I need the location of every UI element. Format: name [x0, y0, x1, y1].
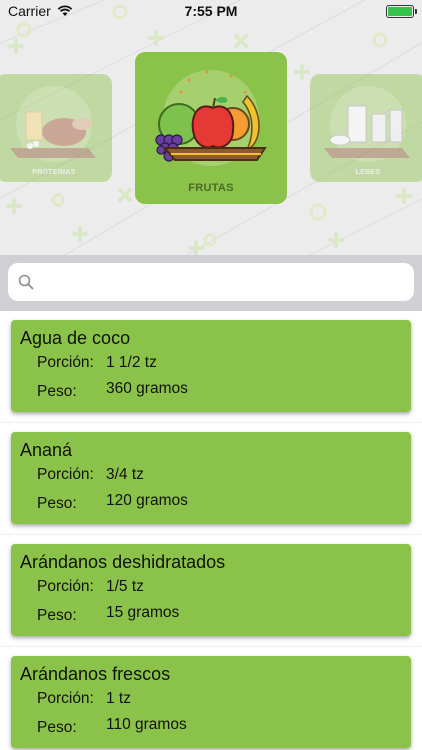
fruit-basket-illustration	[155, 70, 267, 166]
weight-row: Peso: 120 gramos	[20, 488, 402, 517]
weight-label: Peso:	[37, 383, 77, 400]
list-item[interactable]: Arándanos frescos Porción: 1 tz Peso: 11…	[0, 647, 422, 750]
proteins-illustration	[10, 86, 96, 162]
battery-icon	[386, 4, 417, 18]
search-field[interactable]	[8, 263, 414, 301]
food-name: Arándanos deshidratados	[20, 552, 226, 572]
portion-value: 1 1/2 tz	[106, 354, 157, 371]
clock: 7:55 PM	[184, 3, 238, 19]
portion-value: 1 tz	[106, 690, 131, 707]
weight-label: Peso:	[37, 719, 77, 736]
dairy-illustration	[324, 86, 410, 162]
portion-row: Porción: 3/4 tz	[20, 462, 402, 488]
wifi-icon	[57, 5, 73, 16]
weight-label: Peso:	[37, 607, 77, 624]
category-header: PROTEÍNAS FRUTAS LEBES	[0, 0, 422, 255]
portion-label: Porción:	[37, 578, 94, 595]
category-card-proteinas[interactable]: PROTEÍNAS	[0, 74, 112, 182]
portion-row: Porción: 1 1/2 tz	[20, 350, 402, 376]
weight-label: Peso:	[37, 495, 77, 512]
weight-value: 15 gramos	[106, 604, 180, 621]
food-name: Ananá	[20, 440, 73, 460]
food-name: Agua de coco	[20, 328, 131, 348]
portion-label: Porción:	[37, 690, 94, 707]
portion-label: Porción:	[37, 466, 94, 483]
category-card-frutas[interactable]: FRUTAS	[135, 52, 287, 204]
weight-row: Peso: 360 gramos	[20, 376, 402, 405]
list-item[interactable]: Ananá Porción: 3/4 tz Peso: 120 gramos	[0, 423, 422, 535]
food-list: Agua de coco Porción: 1 1/2 tz Peso: 360…	[0, 311, 422, 750]
category-card-leches[interactable]: LEBES	[310, 74, 422, 182]
search-input[interactable]	[42, 273, 404, 291]
food-card[interactable]: Arándanos deshidratados Porción: 1/5 tz …	[11, 544, 411, 636]
food-card[interactable]: Arándanos frescos Porción: 1 tz Peso: 11…	[11, 656, 411, 748]
list-item[interactable]: Arándanos deshidratados Porción: 1/5 tz …	[0, 535, 422, 647]
carrier-label: Carrier	[8, 3, 51, 19]
weight-row: Peso: 110 gramos	[20, 712, 402, 741]
search-icon	[18, 274, 34, 290]
portion-row: Porción: 1 tz	[20, 686, 402, 712]
portion-value: 3/4 tz	[106, 466, 144, 483]
portion-row: Porción: 1/5 tz	[20, 574, 402, 600]
list-item[interactable]: Agua de coco Porción: 1 1/2 tz Peso: 360…	[0, 311, 422, 423]
portion-value: 1/5 tz	[106, 578, 144, 595]
food-name: Arándanos frescos	[20, 664, 171, 684]
weight-value: 120 gramos	[106, 492, 188, 509]
status-bar: Carrier 7:55 PM	[0, 0, 422, 22]
portion-label: Porción:	[37, 354, 94, 371]
search-bar	[0, 255, 422, 311]
weight-row: Peso: 15 gramos	[20, 600, 402, 629]
weight-value: 110 gramos	[106, 716, 187, 733]
weight-value: 360 gramos	[106, 380, 188, 397]
food-card[interactable]: Agua de coco Porción: 1 1/2 tz Peso: 360…	[11, 320, 411, 412]
food-card[interactable]: Ananá Porción: 3/4 tz Peso: 120 gramos	[11, 432, 411, 524]
